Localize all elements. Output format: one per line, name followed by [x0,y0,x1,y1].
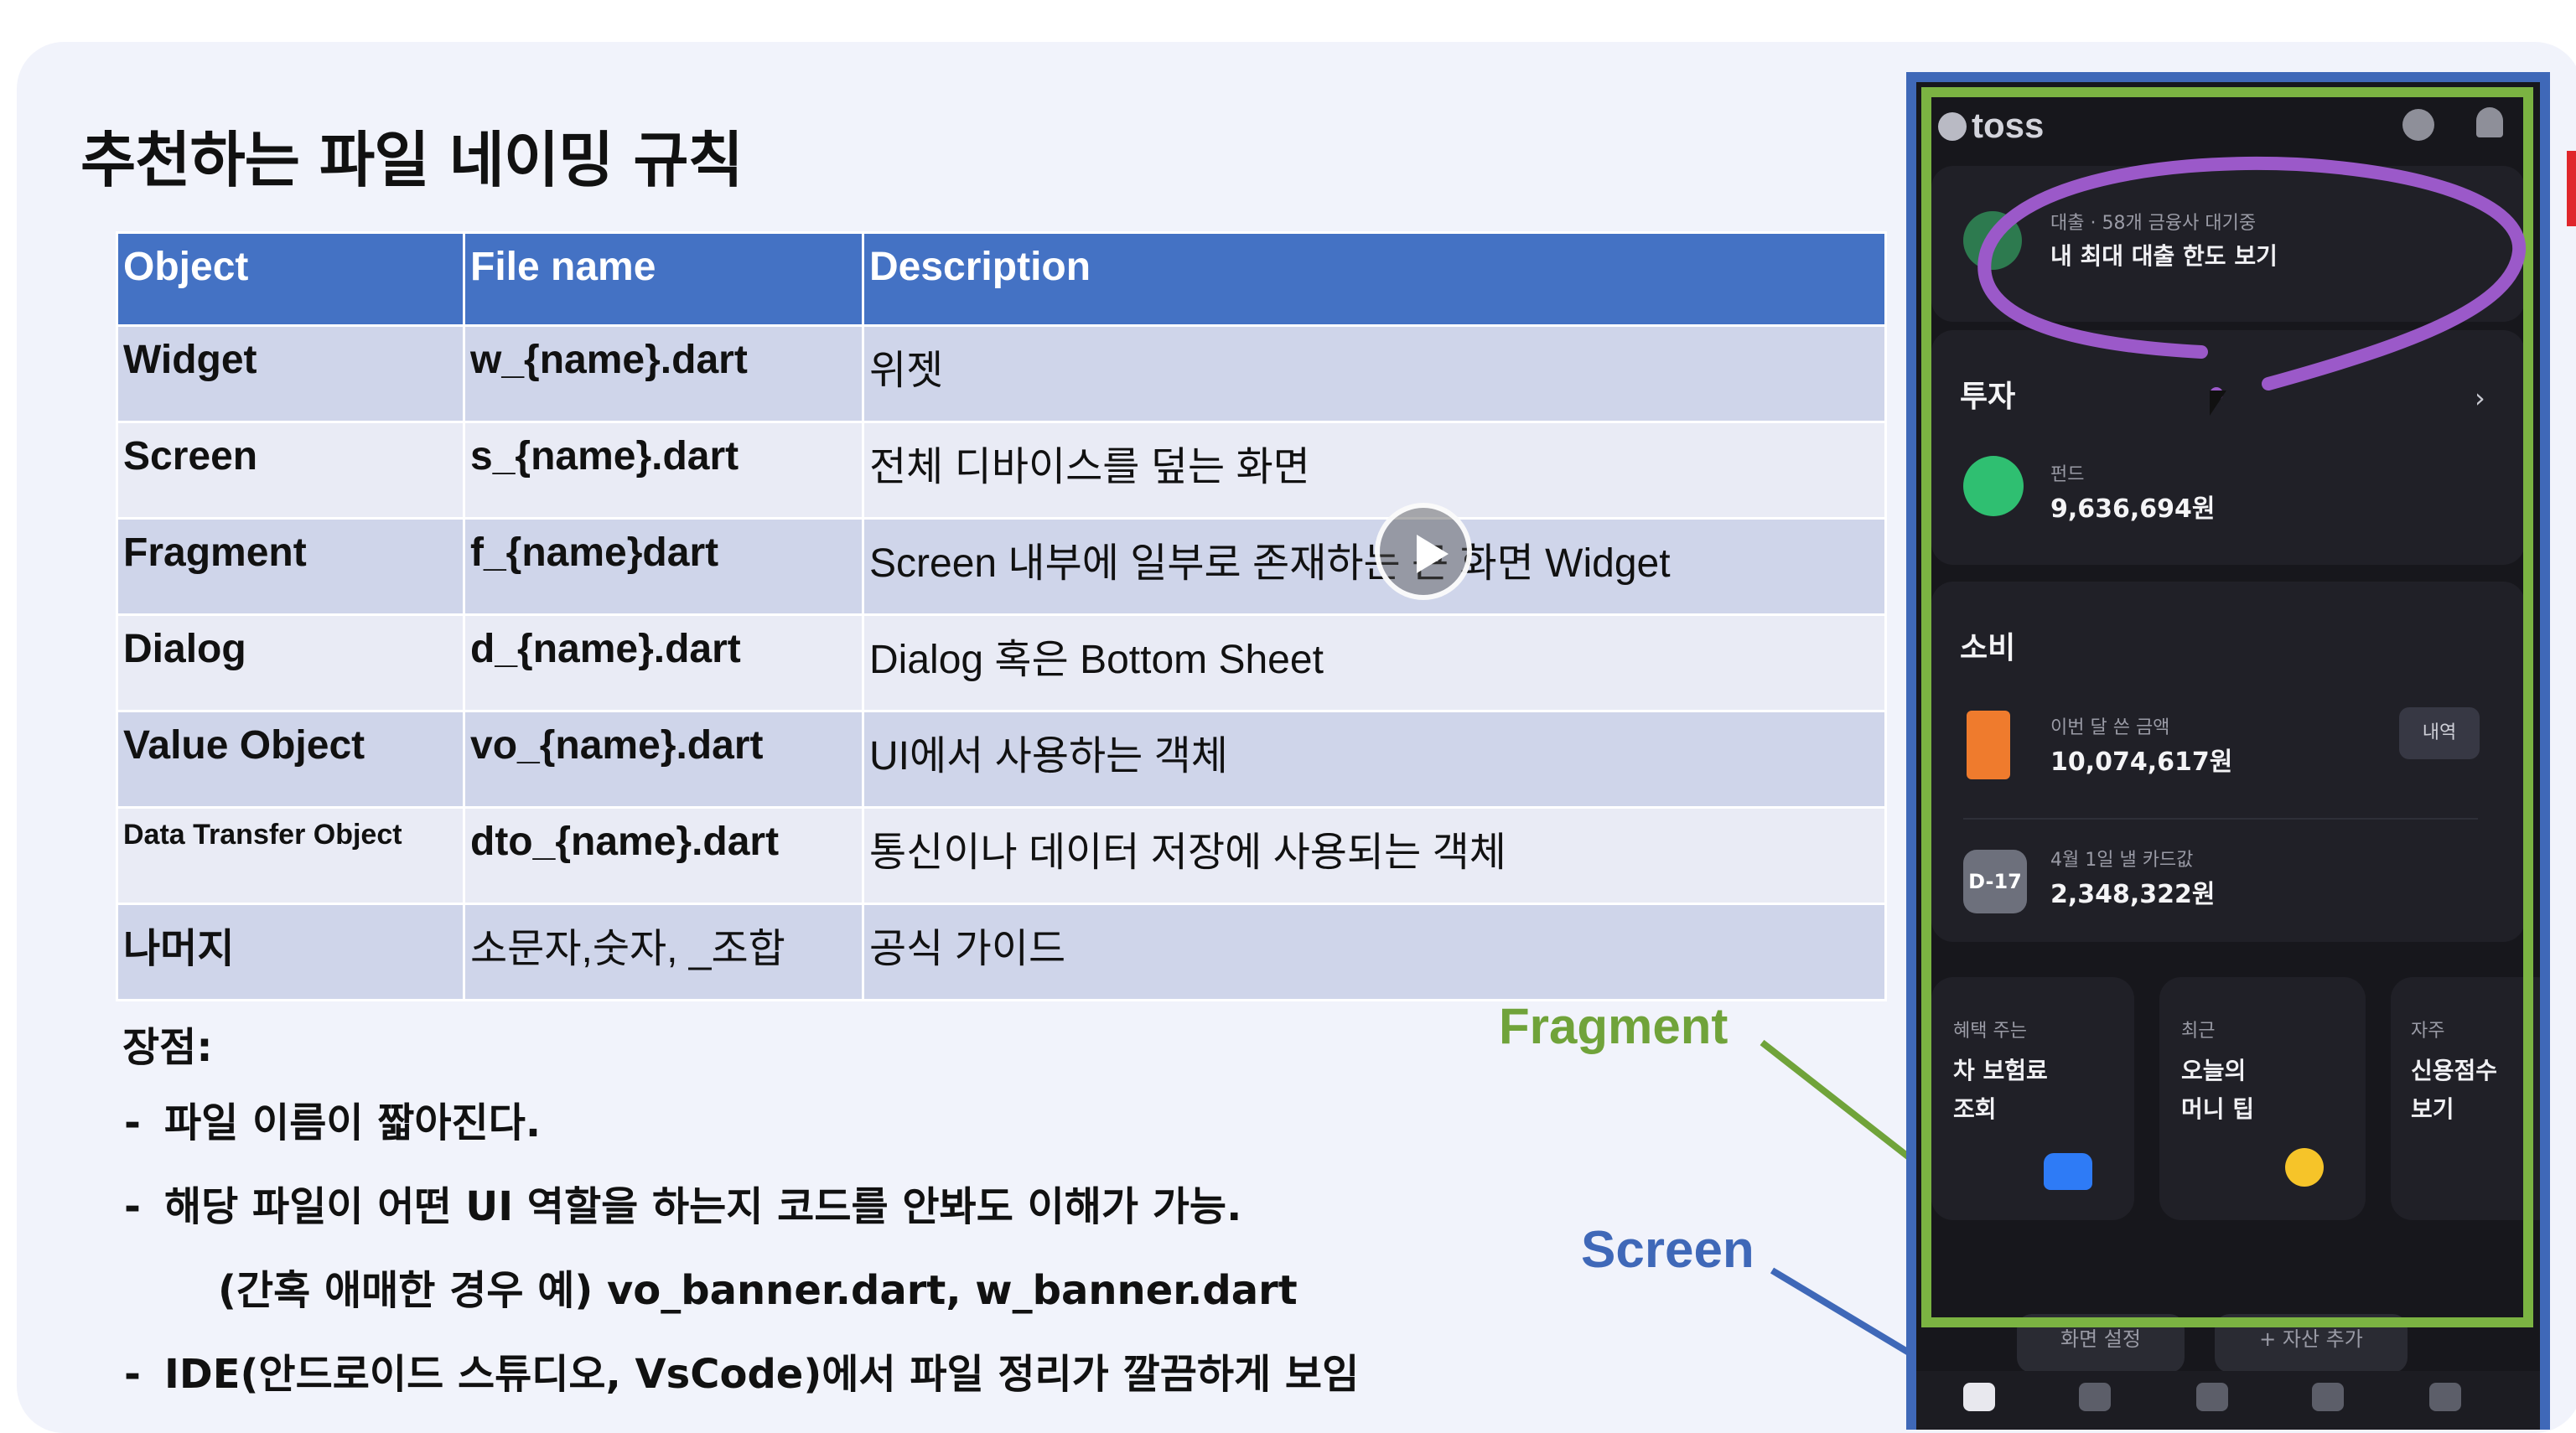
won-coin-icon [1963,211,2022,270]
list-item: - 파일 이름이 짧아진다. [124,1089,1359,1173]
list-item: (간혹 애매한 경우 예) vo_banner.dart, w_banner.d… [124,1257,1359,1341]
month-spend-caption: 이번 달 쓴 금액 [2050,717,2170,738]
list-item-text: 파일 이름이 짧아진다. [164,1099,542,1146]
tile-caption: 최근 [2181,1021,2216,1042]
tile-line1: 오늘의 [2181,1057,2247,1084]
header-object: Object [116,231,465,327]
spend-title: 소비 [1960,631,2016,665]
object-cell: 나머지 [116,903,465,1001]
list-dash: - [124,1099,141,1146]
emoji-icon[interactable] [2402,109,2434,141]
invest-title: 투자 [1960,380,2016,414]
phone-screen: toss 대출 · 58개 금융사 대기중 내 최대 대출 한도 보기 투자 ›… [1916,82,2540,1430]
menu-icon[interactable] [2429,1383,2461,1411]
toss-logo: toss [1938,106,2044,146]
table-row: 나머지 소문자,숫자, _조합 공식 가이드 [116,903,1887,1001]
loan-caption: 대출 · 58개 금융사 대기중 [2050,213,2257,234]
spend-divider [1963,818,2478,820]
file-name-cell: vo_{name}.dart [463,710,864,809]
table-header-row: Object File name Description [116,231,1887,327]
object-cell: Value Object [116,710,465,809]
tile-line2: 조회 [1953,1095,1997,1123]
loan-title: 내 최대 대출 한도 보기 [2050,242,2278,270]
screen-frame: toss 대출 · 58개 금융사 대기중 내 최대 대출 한도 보기 투자 ›… [1906,72,2550,1430]
table-row: Data Transfer Object dto_{name}.dart 통신이… [116,806,1887,905]
table-row: Value Object vo_{name}.dart UI에서 사용하는 객체 [116,710,1887,809]
card-bill-value: 2,348,322원 [2050,880,2216,909]
logo-text: toss [1972,106,2045,145]
list-dash: - [124,1183,141,1230]
fragment-label: Fragment [1499,998,1729,1054]
object-cell: Dialog [116,613,465,712]
car-icon [2044,1153,2092,1190]
description-cell: Dialog 혹은 Bottom Sheet [862,613,1887,712]
object-cell: Screen [116,421,465,520]
description-cell: Screen 내부에 일부로 존재하는 큰 화면 Widget [862,517,1887,616]
list-item: - IDE(안드로이드 스튜디오, VsCode)에서 파일 정리가 깔끔하게 보… [124,1341,1359,1425]
file-name-cell: f_{name}dart [463,517,864,616]
slide-edge-marker [2567,151,2576,226]
header-file-name: File name [463,231,864,327]
table-row: Fragment f_{name}dart Screen 내부에 일부로 존재하… [116,517,1887,616]
table-row: Widget w_{name}.dart 위젯 [116,324,1887,423]
naming-rules-table: Object File name Description Widget w_{n… [116,231,1887,1001]
fund-value: 9,636,694원 [2050,494,2216,524]
object-cell: Data Transfer Object [116,806,465,905]
list-item-text: IDE(안드로이드 스튜디오, VsCode)에서 파일 정리가 깔끔하게 보임 [164,1351,1360,1398]
history-button[interactable]: 내역 [2399,707,2480,759]
file-name-cell: dto_{name}.dart [463,806,864,905]
file-name-cell: d_{name}.dart [463,613,864,712]
description-cell: 전체 디바이스를 덮는 화면 [862,421,1887,520]
dday-badge: D-17 [1963,850,2027,913]
file-name-cell: 소문자,숫자, _조합 [463,903,864,1001]
description-cell: 위젯 [862,324,1887,423]
tile-line1: 신용점수 [2411,1057,2498,1084]
mouse-cursor-icon [2210,391,2226,416]
list-item: - 해당 파일이 어떤 UI 역할을 하는지 코드를 안봐도 이해가 가능. [124,1173,1359,1257]
description-cell: 통신이나 데이터 저장에 사용되는 객체 [862,806,1887,905]
tile-line2: 머니 팁 [2181,1095,2255,1123]
object-cell: Widget [116,324,465,423]
table-row: Dialog d_{name}.dart Dialog 혹은 Bottom Sh… [116,613,1887,712]
tile-caption: 혜택 주는 [1953,1021,2027,1042]
slide-title: 추천하는 파일 네이밍 규칙 [80,125,744,195]
lightbulb-icon [2285,1148,2324,1187]
bell-icon[interactable] [2476,107,2503,137]
header-description: Description [862,231,1887,327]
card-icon [1967,711,2010,779]
invest-card[interactable] [1931,330,2525,565]
chevron-right-icon[interactable]: › [2475,382,2485,414]
list-item-text: (간혹 애매한 경우 예) vo_banner.dart, w_banner.d… [218,1267,1298,1314]
pros-title: 장점: [122,1024,213,1071]
add-asset-button[interactable]: + 자산 추가 [2215,1314,2408,1373]
card-bill-caption: 4월 1일 낼 카드값 [2050,850,2194,871]
tile-caption: 자주 [2411,1021,2445,1042]
tile-line1: 차 보험료 [1953,1057,2048,1084]
won-icon[interactable] [2196,1383,2228,1411]
app-header: toss [1916,82,2540,174]
object-cell: Fragment [116,517,465,616]
profile-icon[interactable] [1938,112,1967,141]
file-name-cell: w_{name}.dart [463,324,864,423]
table-row: Screen s_{name}.dart 전체 디바이스를 덮는 화면 [116,421,1887,520]
description-cell: 공식 가이드 [862,903,1887,1001]
screen-settings-button[interactable]: 화면 설정 [2017,1314,2185,1373]
fund-icon [1963,456,2024,516]
month-spend-value: 10,074,617원 [2050,748,2233,777]
stock-chart-icon[interactable] [2312,1383,2344,1411]
list-dash: - [124,1351,141,1398]
pros-list: - 파일 이름이 짧아진다. - 해당 파일이 어떤 UI 역할을 하는지 코드를 … [124,1089,1359,1425]
file-name-cell: s_{name}.dart [463,421,864,520]
list-item-text: 해당 파일이 어떤 UI 역할을 하는지 코드를 안봐도 이해가 가능. [164,1183,1242,1230]
screen-label: Screen [1581,1221,1754,1279]
video-play-button[interactable] [1375,503,1472,600]
fund-caption: 펀드 [2050,464,2085,485]
home-icon[interactable] [1963,1383,1995,1411]
tile-line2: 보기 [2411,1095,2454,1123]
description-cell: UI에서 사용하는 객체 [862,710,1887,809]
benefit-icon[interactable] [2079,1383,2111,1411]
